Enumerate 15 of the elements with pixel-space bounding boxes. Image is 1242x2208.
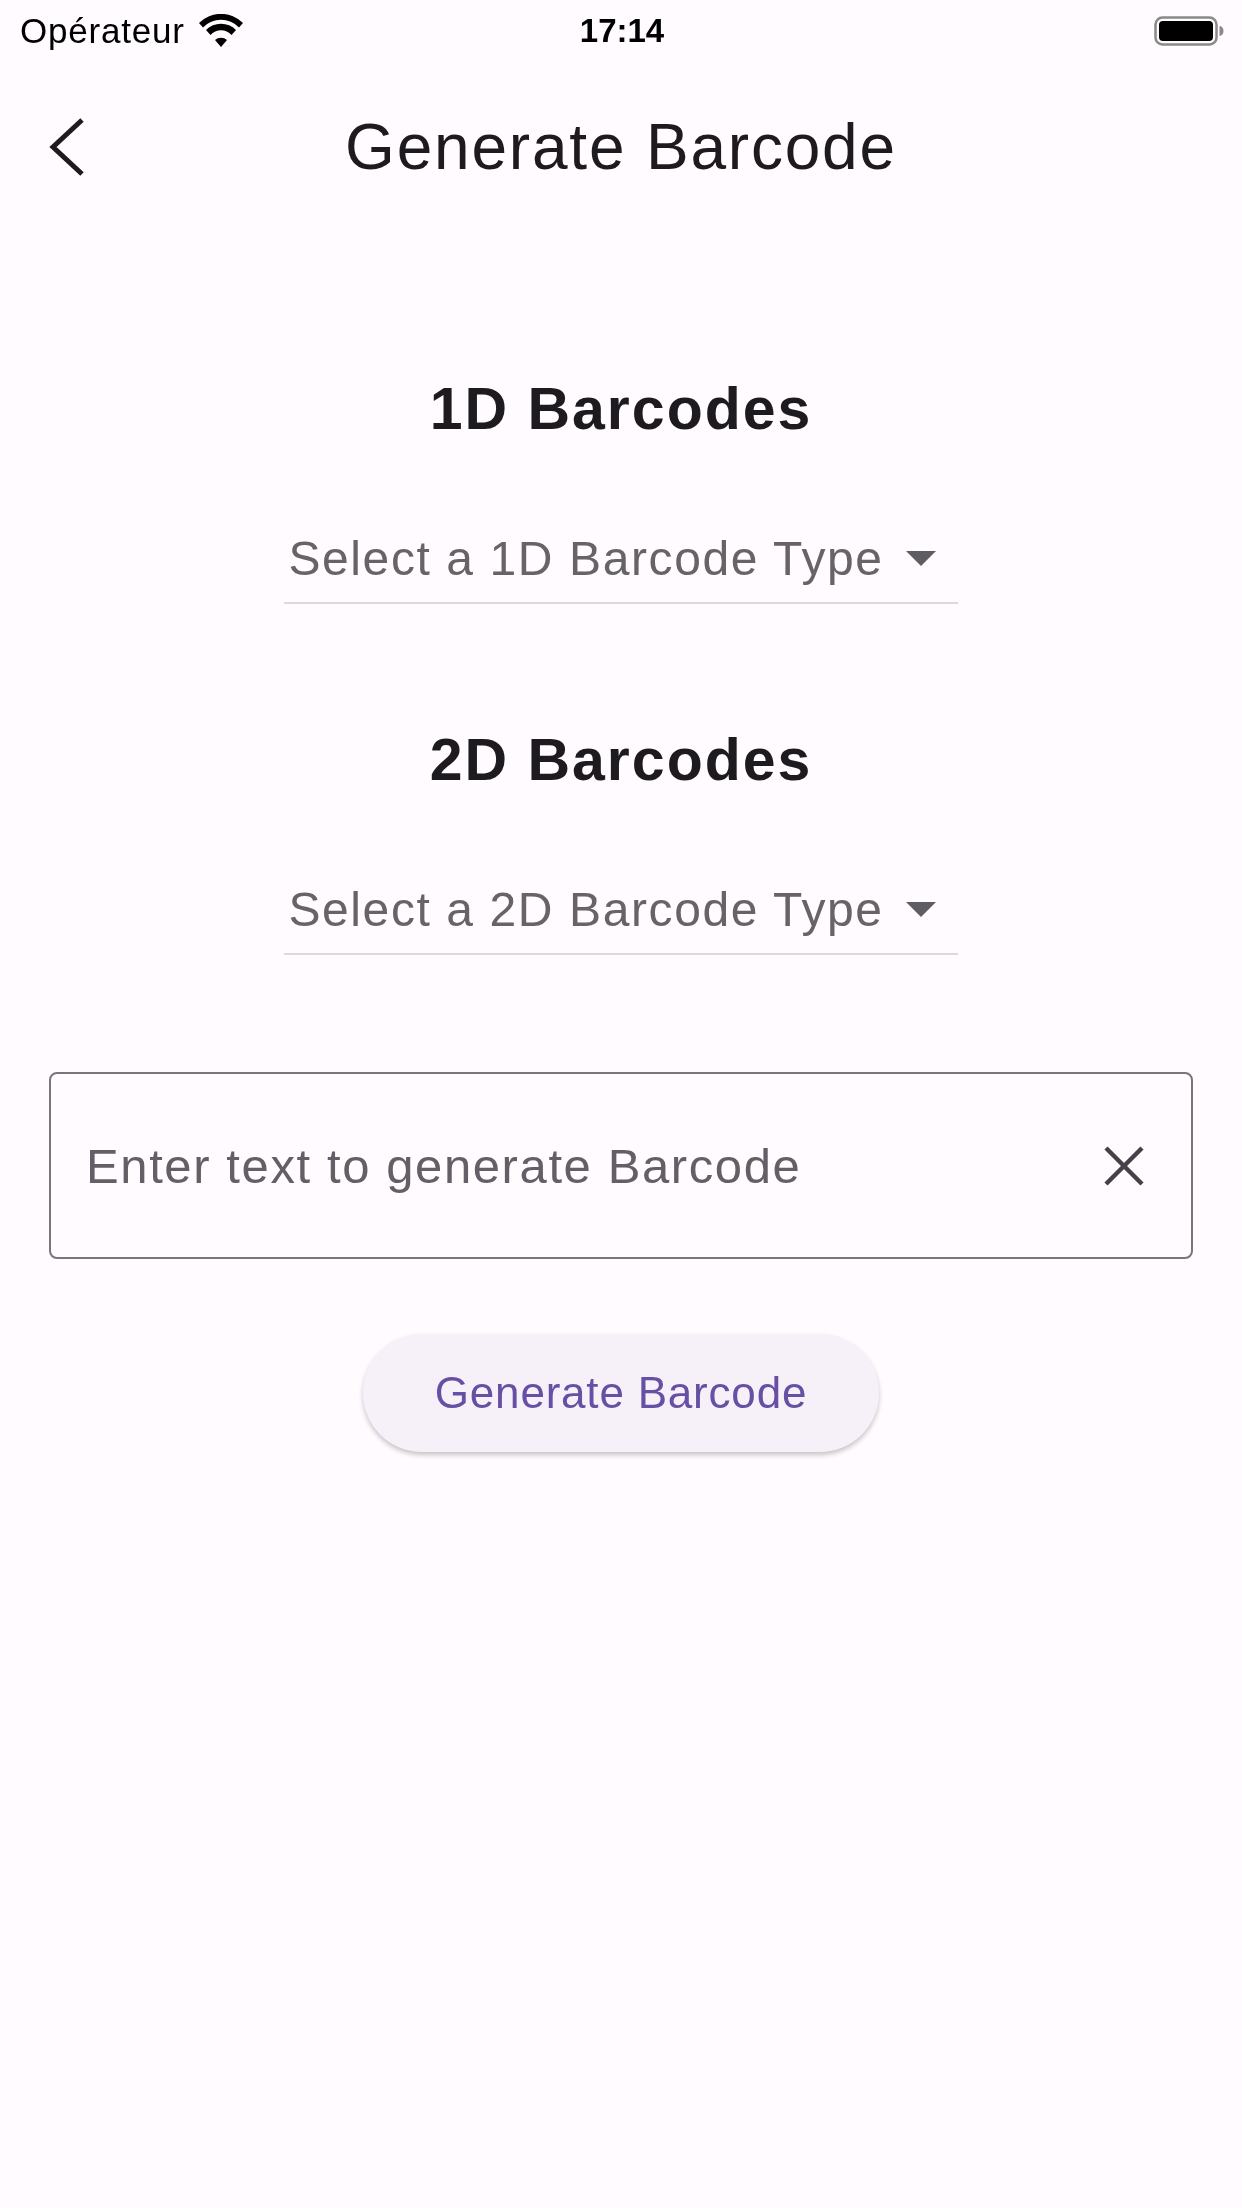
generate-barcode-button[interactable]: Generate Barcode bbox=[363, 1334, 879, 1452]
screen-title: Generate Barcode bbox=[345, 110, 897, 184]
text-input-field[interactable]: Enter text to generate Barcode bbox=[49, 1072, 1193, 1259]
section-heading: 2D Barcodes bbox=[429, 726, 813, 795]
barcode-type-dropdown[interactable]: Select a 2D Barcode Type bbox=[284, 866, 958, 955]
battery-icon bbox=[1154, 16, 1224, 46]
back-chevron-icon bbox=[48, 117, 86, 177]
carrier-name: Opérateur bbox=[20, 11, 185, 51]
caret-down-icon bbox=[905, 551, 936, 566]
status-time: 17:14 bbox=[579, 12, 665, 50]
close-icon[interactable] bbox=[1103, 1144, 1145, 1187]
barcode-type-dropdown[interactable]: Select a 1D Barcode Type bbox=[284, 515, 958, 604]
section-heading: 1D Barcodes bbox=[429, 375, 813, 444]
wifi-icon bbox=[196, 14, 245, 48]
caret-down-icon bbox=[905, 902, 936, 917]
